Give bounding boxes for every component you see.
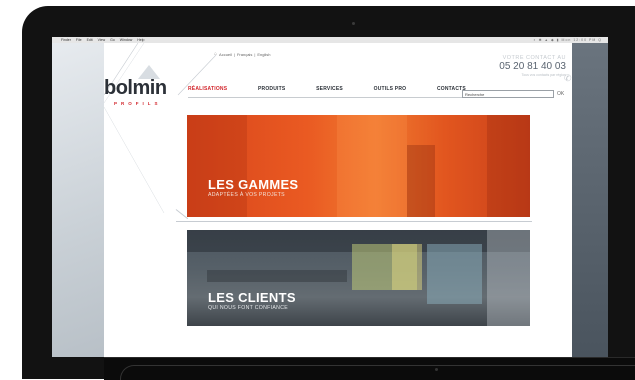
menu-view[interactable]: View [98,38,106,42]
banner-gammes[interactable]: LES GAMMES ADAPTÉES À VOS PROJETS [187,115,530,217]
top-link-separator: | [233,51,235,57]
banner-gammes-subtitle: ADAPTÉES À VOS PROJETS [208,192,285,198]
banner-shade [187,115,247,217]
screen: Finder File Edit View Go Window Help ◐ ✱… [52,37,608,357]
top-link-separator: | [254,51,256,57]
banner-clients[interactable]: LES CLIENTS QUI NOUS FONT CONFIANCE [187,230,530,326]
main-nav: RÉALISATIONS PRODUITS SERVICES OUTILS PR… [188,83,466,97]
web-page: bolmin PROFILS ⌂ Accueil | Français | En… [104,43,572,357]
desktop-right [572,43,608,357]
home-icon: ⌂ [214,51,218,57]
banner-separator [176,221,532,222]
nav-realisations[interactable]: RÉALISATIONS [188,86,227,94]
banner-gammes-title: LES GAMMES [208,177,299,192]
banner-wall [487,230,530,326]
banner-window [427,244,482,304]
logo-subtext: PROFILS [114,101,162,106]
nav-produits[interactable]: PRODUITS [258,86,285,94]
menu-file[interactable]: File [76,38,82,42]
banner-shade [407,145,435,217]
laptop-base-edge [120,365,635,380]
contact-note[interactable]: Tous vos contacts par région [476,73,566,77]
banner-shade [337,115,407,217]
menu-go[interactable]: Go [110,38,115,42]
logo-text: bolmin [104,77,167,99]
top-links: ⌂ Accueil | Français | English [214,51,271,57]
nav-outils-pro[interactable]: OUTILS PRO [374,86,407,94]
link-home[interactable]: Accueil [219,52,232,57]
nav-divider [188,97,470,98]
menu-edit[interactable]: Edit [87,38,93,42]
menu-window[interactable]: Window [120,38,132,42]
contact-phone[interactable]: 05 20 81 40 03 [476,61,566,73]
desktop-left [52,43,104,357]
contact-block: VOTRE CONTACT AU 05 20 81 40 03 Tous vos… [476,55,566,77]
menu-finder[interactable]: Finder [61,38,71,42]
webcam-icon [352,22,355,25]
search-ok-button[interactable]: OK [557,90,564,99]
phone-icon: ✆ [564,73,572,83]
menu-help[interactable]: Help [137,38,144,42]
search-input[interactable] [462,90,554,98]
link-lang-en[interactable]: English [257,52,270,57]
laptop-base-dot [435,368,438,371]
banner-window [392,244,422,290]
nav-services[interactable]: SERVICES [316,86,343,94]
banner-shade [487,115,530,217]
menubar-status: ◐ ✱ ▲ ◆ ▮ Mon 12:00 PM Q [533,38,602,42]
banner-clients-subtitle: QUI NOUS FONT CONFIANCE [208,305,289,311]
banner-desks [207,270,347,282]
link-lang-fr[interactable]: Français [237,52,252,57]
banner-clients-title: LES CLIENTS [208,290,296,305]
